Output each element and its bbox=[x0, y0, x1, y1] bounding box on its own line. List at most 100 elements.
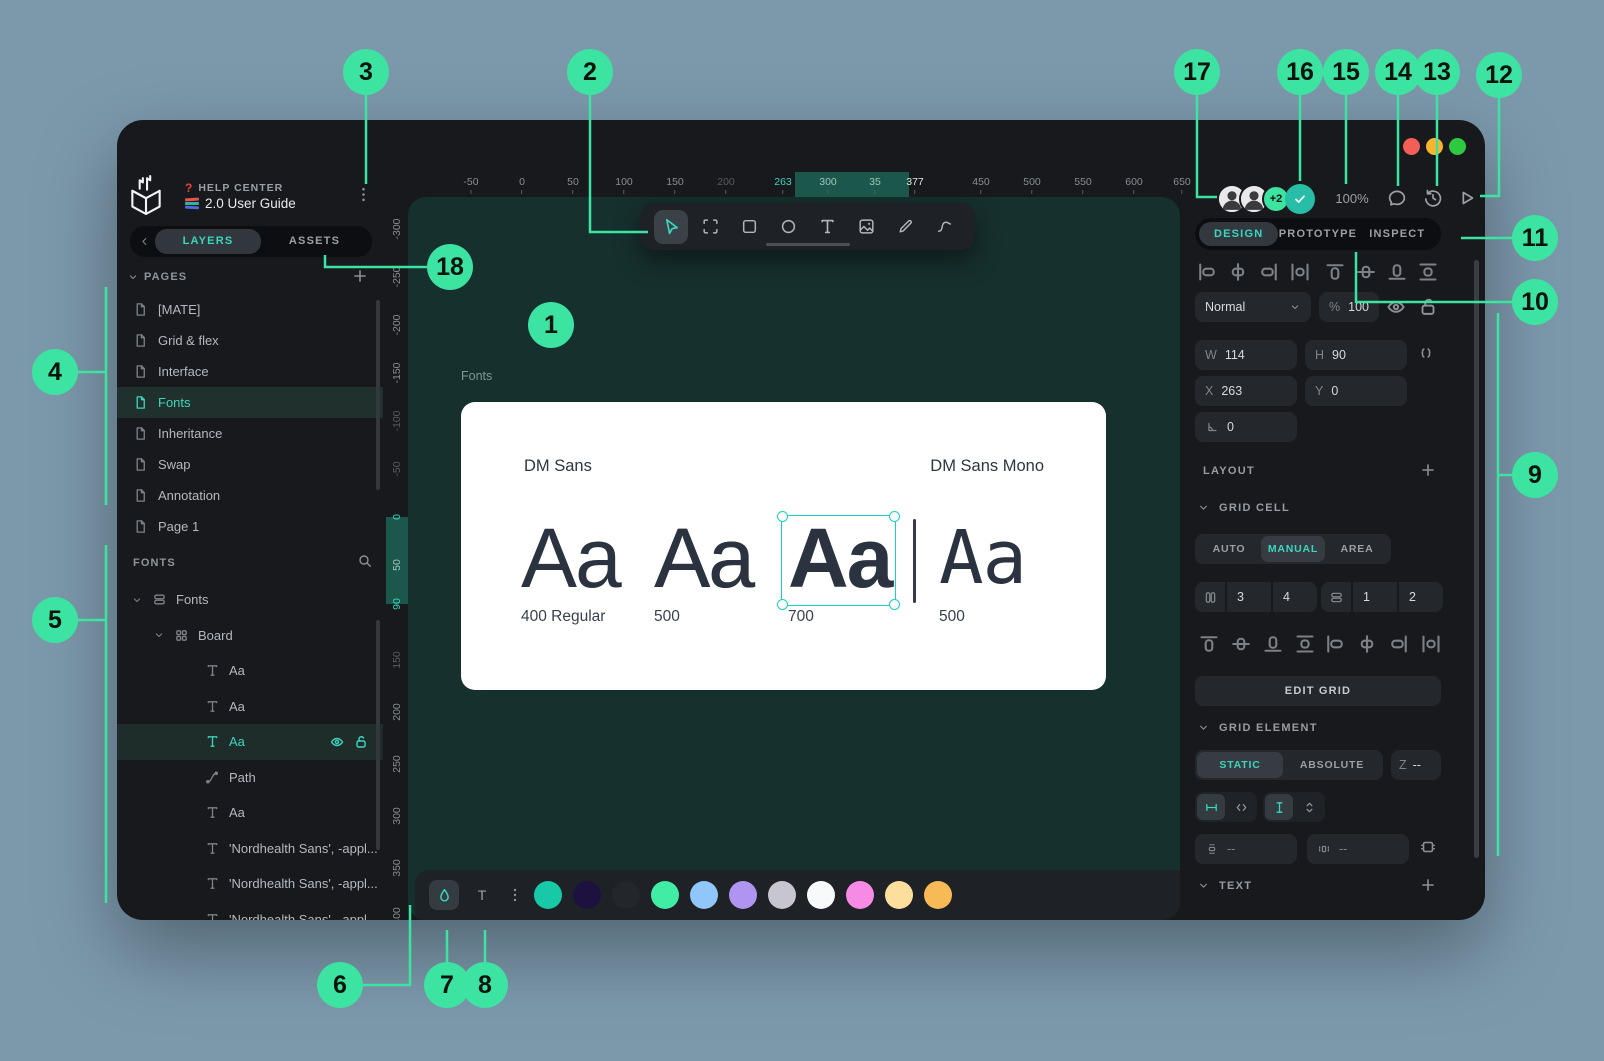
position-static[interactable]: STATIC bbox=[1197, 752, 1283, 778]
code-toggle[interactable] bbox=[1227, 794, 1255, 820]
color-swatch[interactable] bbox=[573, 881, 601, 909]
add-text-style-icon[interactable] bbox=[1419, 876, 1437, 894]
color-swatch[interactable] bbox=[690, 881, 718, 909]
image-tool[interactable] bbox=[849, 210, 883, 244]
align-right-icon[interactable] bbox=[1387, 632, 1411, 656]
column-end-field[interactable]: 4 bbox=[1273, 582, 1317, 612]
text-style-button[interactable]: T bbox=[467, 880, 497, 910]
y-position-field[interactable]: Y 0 bbox=[1305, 376, 1407, 406]
layer-item[interactable]: Board bbox=[117, 618, 383, 654]
visibility-eye-icon[interactable] bbox=[1385, 296, 1407, 318]
frame-tool[interactable] bbox=[693, 210, 727, 244]
layer-item[interactable]: Fonts bbox=[117, 582, 383, 618]
height-field[interactable]: H 90 bbox=[1305, 340, 1407, 370]
selection-handle[interactable] bbox=[889, 599, 900, 610]
project-title[interactable]: 2.0 User Guide bbox=[185, 196, 296, 211]
row-end-field[interactable]: 2 bbox=[1399, 582, 1443, 612]
history-icon[interactable] bbox=[1422, 187, 1444, 209]
align-top-icon[interactable] bbox=[1323, 260, 1347, 284]
selection-handle[interactable] bbox=[777, 511, 788, 522]
selection-box[interactable] bbox=[781, 515, 896, 606]
page-item-fonts[interactable]: Fonts bbox=[117, 387, 383, 418]
page-item-grid-flex[interactable]: Grid & flex bbox=[117, 325, 383, 356]
pen-tool[interactable] bbox=[927, 210, 961, 244]
align-bottom-icon[interactable] bbox=[1261, 632, 1285, 656]
tab-prototype[interactable]: PROTOTYPE bbox=[1278, 222, 1357, 246]
unlock-icon[interactable] bbox=[353, 734, 369, 750]
kebab-menu-icon[interactable] bbox=[355, 186, 372, 203]
chevron-down-icon[interactable] bbox=[1197, 501, 1210, 514]
color-swatch[interactable] bbox=[534, 881, 562, 909]
ellipse-tool[interactable] bbox=[771, 210, 805, 244]
color-swatch[interactable] bbox=[612, 881, 640, 909]
font-specimen[interactable]: Aa bbox=[654, 514, 753, 602]
selection-handle[interactable] bbox=[777, 599, 788, 610]
fonts-frame[interactable]: DM Sans DM Sans Mono Aa400 RegularAa500A… bbox=[461, 402, 1106, 690]
opacity-field[interactable]: % 100 bbox=[1319, 292, 1379, 322]
toolbar-drag-handle[interactable] bbox=[766, 243, 850, 246]
align-h-center-icon[interactable] bbox=[1355, 632, 1379, 656]
font-specimen[interactable]: Aa bbox=[521, 514, 620, 602]
add-layout-icon[interactable] bbox=[1419, 461, 1437, 479]
pages-section-header[interactable]: PAGES bbox=[127, 271, 187, 283]
page-item-inheritance[interactable]: Inheritance bbox=[117, 418, 383, 449]
align-v-center-icon[interactable] bbox=[1229, 632, 1253, 656]
page-item-interface[interactable]: Interface bbox=[117, 356, 383, 387]
z-index-field[interactable]: Z -- bbox=[1391, 750, 1441, 780]
tab-layers[interactable]: LAYERS bbox=[155, 229, 261, 254]
tab-design[interactable]: DESIGN bbox=[1199, 222, 1278, 246]
tab-inspect[interactable]: INSPECT bbox=[1358, 222, 1437, 246]
grid-mode-area[interactable]: AREA bbox=[1325, 536, 1389, 562]
chevrons-updown-toggle[interactable] bbox=[1295, 794, 1323, 820]
x-position-field[interactable]: X 263 bbox=[1195, 376, 1297, 406]
rotation-field[interactable]: 0 bbox=[1195, 412, 1297, 442]
add-page-icon[interactable] bbox=[351, 267, 369, 285]
frame-label[interactable]: Fonts bbox=[461, 369, 492, 383]
lock-icon[interactable] bbox=[1417, 296, 1439, 318]
canvas[interactable]: Fonts DM Sans DM Sans Mono Aa400 Regular… bbox=[408, 197, 1180, 920]
grid-settings-icon[interactable] bbox=[1419, 838, 1437, 856]
layer-item[interactable]: 'Nordhealth Sans', -appl... bbox=[117, 902, 383, 921]
select-tool[interactable] bbox=[654, 210, 688, 244]
chevron-down-icon[interactable] bbox=[131, 594, 143, 606]
window-zoom-button[interactable] bbox=[1449, 138, 1466, 155]
search-icon[interactable] bbox=[357, 553, 373, 569]
eye-icon[interactable] bbox=[329, 734, 345, 750]
grid-mode-manual[interactable]: MANUAL bbox=[1261, 536, 1325, 562]
rectangle-tool[interactable] bbox=[732, 210, 766, 244]
comments-icon[interactable] bbox=[1386, 187, 1408, 209]
page-item-mate[interactable]: [MATE] bbox=[117, 294, 383, 325]
collapse-sidebar-icon[interactable] bbox=[138, 235, 151, 248]
layer-item[interactable]: Aa bbox=[117, 689, 383, 725]
text-tool[interactable] bbox=[810, 210, 844, 244]
layer-item[interactable]: 'Nordhealth Sans', -appl... bbox=[117, 831, 383, 867]
align-right-icon[interactable] bbox=[1257, 260, 1281, 284]
distribute-v-icon[interactable] bbox=[1293, 632, 1317, 656]
constrain-proportions-icon[interactable] bbox=[1417, 344, 1435, 362]
width-field[interactable]: W 114 bbox=[1195, 340, 1297, 370]
color-swatch[interactable] bbox=[768, 881, 796, 909]
distribute-h-icon[interactable] bbox=[1419, 632, 1443, 656]
kebab-menu-icon[interactable] bbox=[507, 887, 523, 903]
layer-item[interactable]: Path bbox=[117, 760, 383, 796]
fill-tool-button[interactable] bbox=[429, 880, 459, 910]
zoom-level[interactable]: 100% bbox=[1327, 191, 1377, 206]
save-check-button[interactable] bbox=[1285, 184, 1315, 214]
window-minimize-button[interactable] bbox=[1426, 138, 1443, 155]
chevron-down-icon[interactable] bbox=[153, 629, 165, 641]
align-h-center-icon[interactable] bbox=[1226, 260, 1250, 284]
edit-grid-button[interactable]: EDIT GRID bbox=[1195, 676, 1441, 706]
layer-item[interactable]: Aa bbox=[117, 653, 383, 689]
color-swatch[interactable] bbox=[885, 881, 913, 909]
row-start-field[interactable]: 1 bbox=[1353, 582, 1397, 612]
position-absolute[interactable]: ABSOLUTE bbox=[1283, 752, 1381, 778]
tab-assets[interactable]: ASSETS bbox=[261, 229, 368, 254]
page-item-annotation[interactable]: Annotation bbox=[117, 480, 383, 511]
page-item-page-1[interactable]: Page 1 bbox=[117, 511, 383, 542]
chevron-down-icon[interactable] bbox=[1197, 879, 1210, 892]
distribute-v-icon[interactable] bbox=[1416, 260, 1440, 284]
layer-item[interactable]: Aa bbox=[117, 795, 383, 831]
play-icon[interactable] bbox=[1456, 187, 1478, 209]
distribute-h-icon[interactable] bbox=[1288, 260, 1312, 284]
inspector-scrollbar[interactable] bbox=[1474, 260, 1479, 858]
